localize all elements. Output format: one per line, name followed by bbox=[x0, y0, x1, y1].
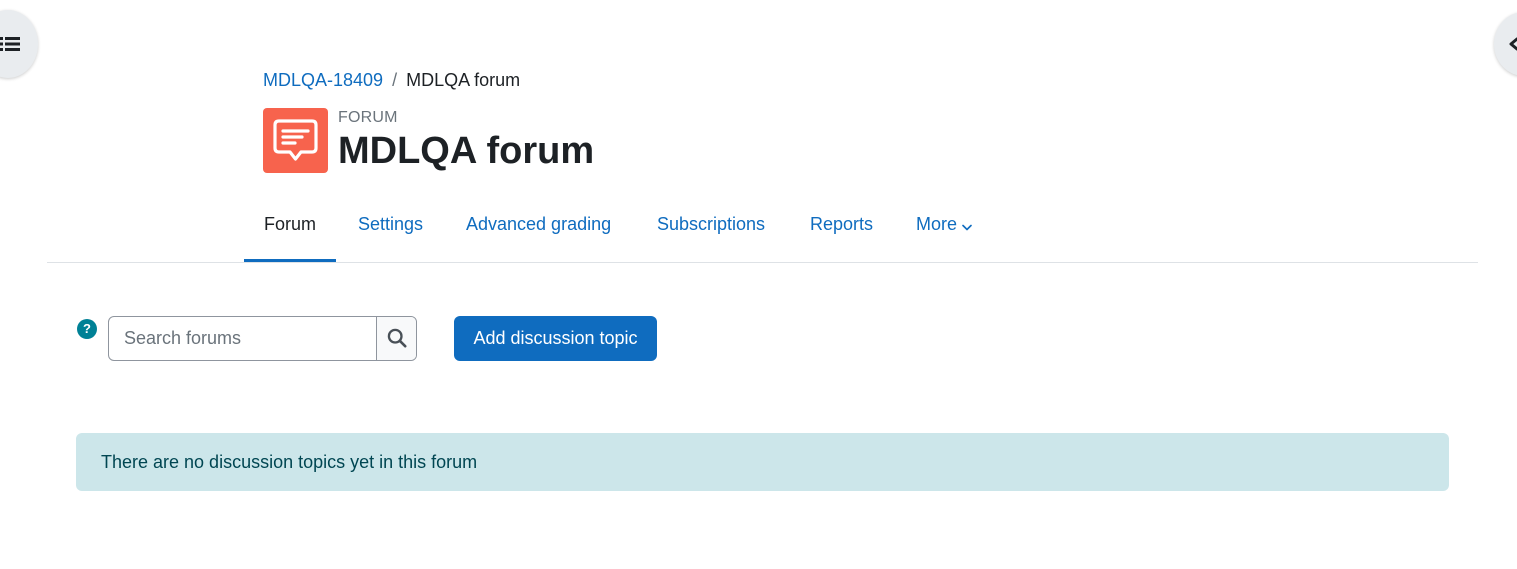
tab-reports[interactable]: Reports bbox=[790, 199, 893, 262]
tab-forum[interactable]: Forum bbox=[244, 199, 337, 262]
search-button[interactable] bbox=[376, 317, 416, 360]
page-title: MDLQA forum bbox=[338, 130, 595, 172]
activity-type-label: FORUM bbox=[338, 109, 398, 126]
forum-activity-icon bbox=[263, 108, 328, 173]
alert-text: There are no discussion topics yet in th… bbox=[101, 452, 478, 472]
tab-more[interactable]: More bbox=[896, 199, 992, 262]
breadcrumb-current: MDLQA forum bbox=[406, 70, 521, 90]
search-icon bbox=[387, 328, 407, 348]
tab-advanced-grading[interactable]: Advanced grading bbox=[446, 199, 631, 262]
tab-settings[interactable]: Settings bbox=[338, 199, 443, 262]
course-index-toggle[interactable] bbox=[0, 10, 38, 78]
tab-more-label: More bbox=[916, 214, 958, 234]
breadcrumb: MDLQA-18409 / MDLQA forum bbox=[263, 69, 520, 91]
tab-subscriptions[interactable]: Subscriptions bbox=[637, 199, 785, 262]
breadcrumb-course-link[interactable]: MDLQA-18409 bbox=[263, 70, 383, 90]
no-discussions-alert: There are no discussion topics yet in th… bbox=[76, 433, 1449, 491]
add-discussion-topic-button[interactable]: Add discussion topic bbox=[454, 316, 657, 361]
secondary-navigation: Forum Settings Advanced grading Subscrip… bbox=[47, 199, 1478, 263]
chevron-left-icon bbox=[1508, 37, 1517, 56]
chevron-down-icon bbox=[962, 200, 972, 251]
forum-page: MDLQA-18409 / MDLQA forum FORUM MDLQA foru… bbox=[0, 0, 1517, 569]
breadcrumb-separator: / bbox=[392, 70, 398, 90]
help-icon[interactable]: ? bbox=[77, 319, 97, 339]
forum-chat-icon bbox=[273, 119, 318, 161]
block-drawer-toggle[interactable] bbox=[1494, 12, 1517, 76]
search-forums-group bbox=[108, 316, 417, 361]
search-input[interactable] bbox=[109, 317, 376, 360]
list-icon bbox=[0, 36, 20, 57]
